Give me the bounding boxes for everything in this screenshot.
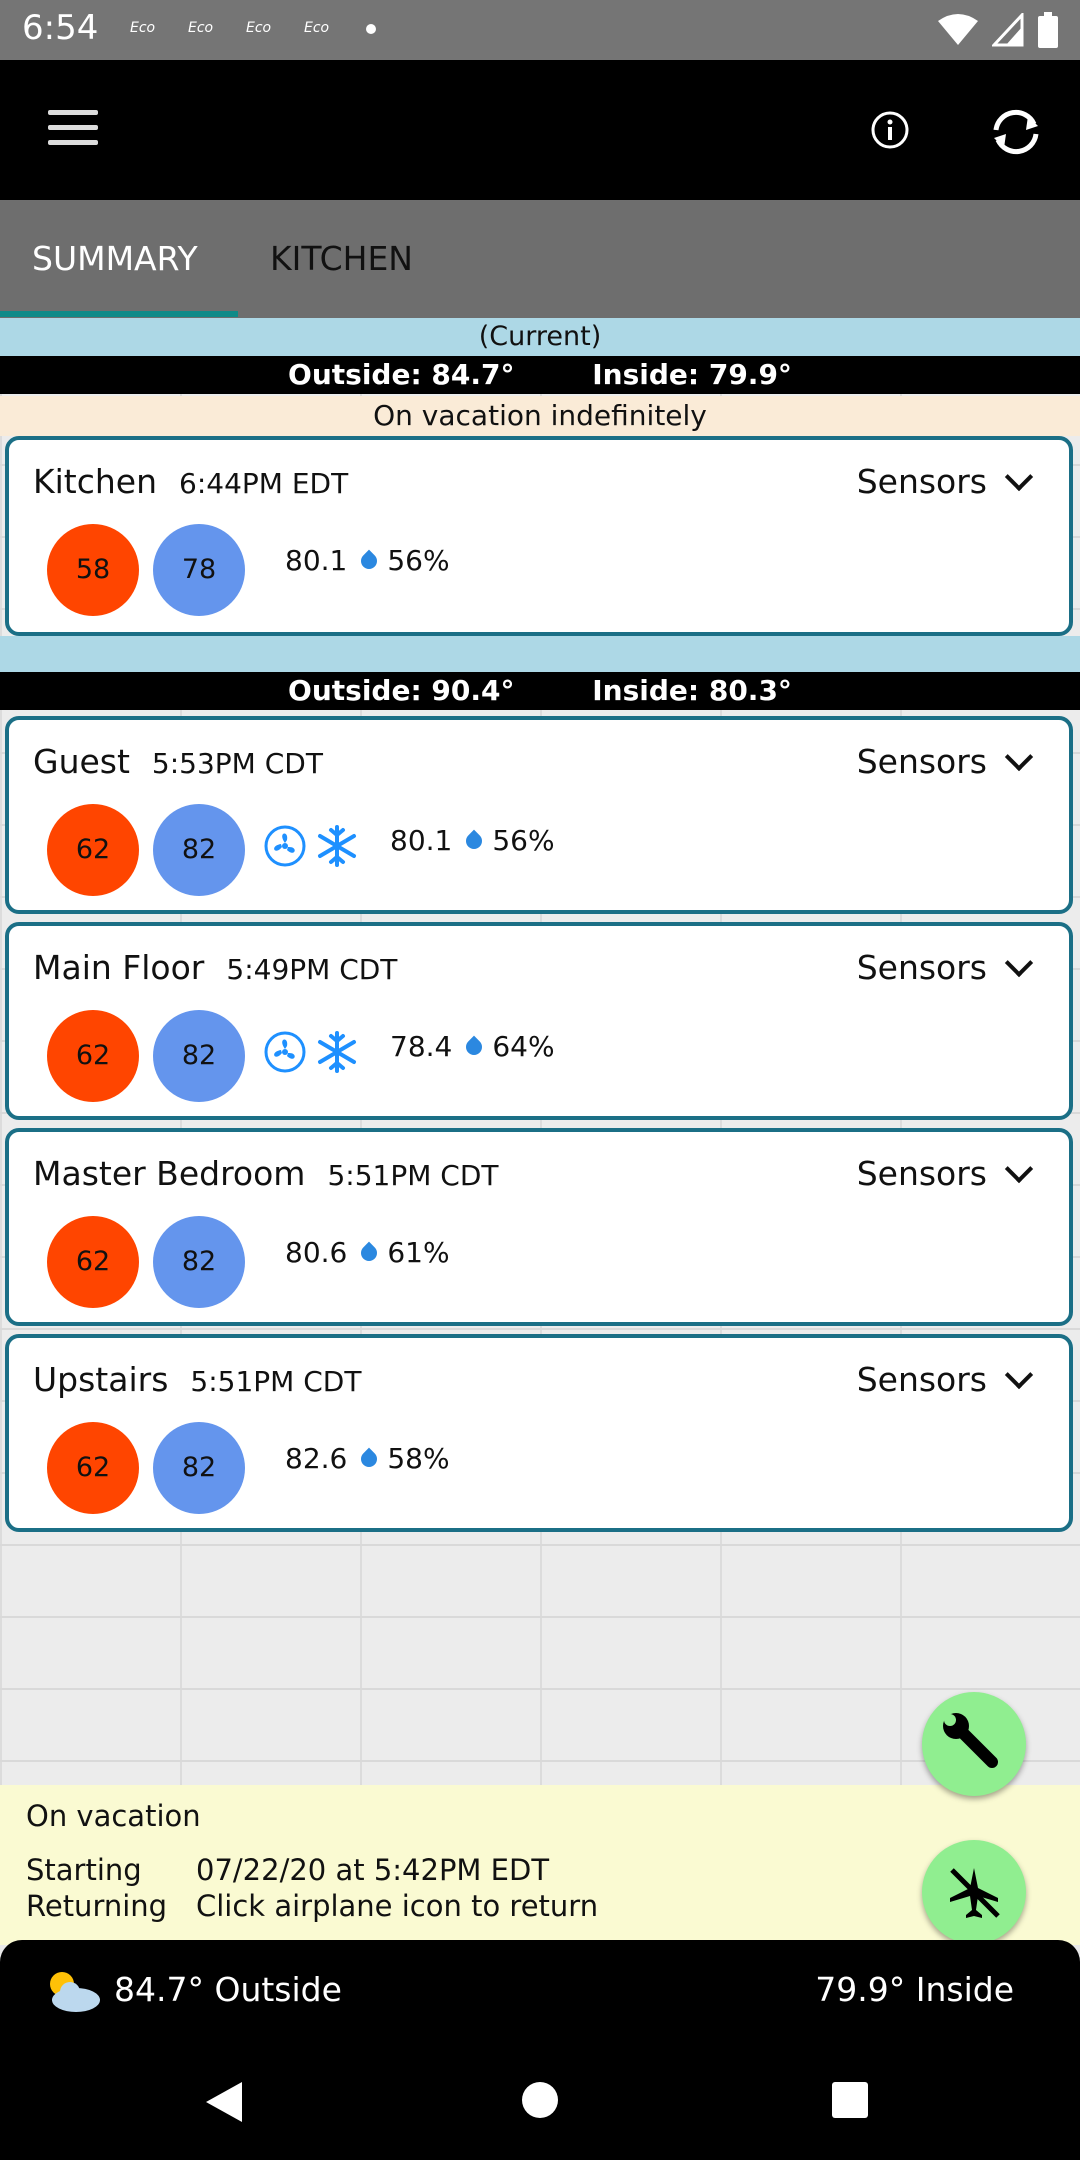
- airplane-off-icon: [950, 1868, 1000, 1918]
- group2-outside: Outside: 90.4°: [288, 674, 515, 707]
- current-temp: 82.6: [285, 1442, 348, 1475]
- humidity: 61%: [387, 1236, 450, 1269]
- eco-notification-icon: Eco: [130, 20, 156, 36]
- sensors-dropdown[interactable]: Sensors: [857, 462, 1034, 501]
- fan-icon: [264, 1031, 306, 1073]
- thermostat-card-master-bedroom[interactable]: Master Bedroom 5:51PM CDT Sensors 62 82 8…: [5, 1128, 1073, 1326]
- current-label: (Current): [0, 318, 1080, 356]
- sensors-dropdown[interactable]: Sensors: [857, 1360, 1034, 1399]
- status-bar: 6:54 Eco Eco Eco Eco: [0, 0, 1080, 60]
- sensors-dropdown[interactable]: Sensors: [857, 742, 1034, 781]
- humidity-drop-icon: [463, 829, 486, 852]
- thermostat-card-upstairs[interactable]: Upstairs 5:51PM CDT Sensors 62 82 82.6 58%: [5, 1334, 1073, 1532]
- thermostat-time: 6:44PM EDT: [179, 467, 349, 500]
- heat-setpoint[interactable]: 62: [47, 1010, 139, 1102]
- recents-icon[interactable]: [830, 2080, 870, 2120]
- thermostat-name: Guest: [33, 742, 130, 781]
- returning-value: Click airplane icon to return: [196, 1889, 599, 1923]
- cool-setpoint[interactable]: 82: [153, 1010, 245, 1102]
- thermostat-card-main-floor[interactable]: Main Floor 5:49PM CDT Sensors 62 82 78.4 6…: [5, 922, 1073, 1120]
- chevron-down-icon: [1004, 948, 1034, 978]
- wifi-icon: [938, 14, 978, 45]
- current-temp: 80.1: [285, 544, 348, 577]
- thermostat-time: 5:53PM CDT: [151, 747, 323, 780]
- group1-outside: Outside: 84.7°: [288, 358, 515, 391]
- thermostat-name: Upstairs: [33, 1360, 169, 1399]
- tab-kitchen[interactable]: KITCHEN: [270, 200, 413, 318]
- humidity: 56%: [492, 824, 555, 857]
- refresh-icon[interactable]: [988, 104, 1044, 160]
- humidity: 64%: [492, 1030, 555, 1063]
- chevron-down-icon: [1004, 742, 1034, 772]
- thermostat-time: 5:51PM CDT: [190, 1365, 362, 1398]
- group2-inside: Inside: 80.3°: [592, 674, 792, 707]
- signal-icon: [992, 13, 1024, 47]
- starting-value: 07/22/20 at 5:42PM EDT: [196, 1853, 550, 1887]
- outside-temp: 84.7° Outside: [114, 1970, 342, 2009]
- status-time: 6:54: [22, 8, 99, 48]
- eco-notification-icon: Eco: [304, 20, 330, 36]
- notification-dot-icon: [366, 24, 376, 34]
- eco-notification-icon: Eco: [246, 20, 272, 36]
- vacation-title: On vacation: [26, 1799, 201, 1833]
- heat-setpoint[interactable]: 62: [47, 1422, 139, 1514]
- thermostat-name: Kitchen: [33, 462, 158, 501]
- group2-conditions: Outside: 90.4° Inside: 80.3°: [0, 672, 1080, 710]
- sensors-dropdown[interactable]: Sensors: [857, 948, 1034, 987]
- inside-temp: 79.9° Inside: [815, 1970, 1014, 2009]
- heat-setpoint[interactable]: 58: [47, 524, 139, 616]
- humidity: 56%: [387, 544, 450, 577]
- cool-setpoint[interactable]: 82: [153, 804, 245, 896]
- group1-conditions: Outside: 84.7° Inside: 79.9°: [0, 356, 1080, 394]
- chevron-down-icon: [1004, 1360, 1034, 1390]
- humidity-drop-icon: [358, 1447, 381, 1470]
- return-from-vacation-fab[interactable]: [922, 1840, 1026, 1944]
- thermostat-name: Main Floor: [33, 948, 205, 987]
- current-temp: 78.4: [390, 1030, 453, 1063]
- thermostat-name: Master Bedroom: [33, 1154, 306, 1193]
- battery-icon: [1038, 12, 1058, 48]
- hamburger-icon[interactable]: [48, 110, 98, 148]
- heat-setpoint[interactable]: 62: [47, 1216, 139, 1308]
- system-nav-bar: [0, 2040, 1080, 2160]
- chevron-down-icon: [1004, 462, 1034, 492]
- eco-notification-icon: Eco: [188, 20, 214, 36]
- heat-setpoint[interactable]: 62: [47, 804, 139, 896]
- returning-label: Returning: [26, 1889, 168, 1923]
- snowflake-icon: [318, 825, 356, 867]
- humidity-drop-icon: [463, 1035, 486, 1058]
- tab-bar: SUMMARY KITCHEN: [0, 200, 1080, 318]
- current-temp: 80.1: [390, 824, 453, 857]
- humidity: 58%: [387, 1442, 450, 1475]
- wrench-icon: [943, 1713, 998, 1768]
- vacation-banner: On vacation indefinitely: [0, 396, 1080, 436]
- starting-label: Starting: [26, 1853, 142, 1887]
- active-tab-indicator: [0, 311, 238, 317]
- partly-cloudy-icon: [50, 1972, 100, 2012]
- bottom-conditions-bar: 84.7° Outside 79.9° Inside: [0, 1940, 1080, 2040]
- group1-inside: Inside: 79.9°: [592, 358, 792, 391]
- tab-summary[interactable]: SUMMARY: [32, 200, 198, 318]
- vacation-panel: On vacation Starting 07/22/20 at 5:42PM E…: [0, 1785, 1080, 1945]
- current-temp: 80.6: [285, 1236, 348, 1269]
- info-icon[interactable]: [870, 110, 910, 150]
- settings-fab[interactable]: [922, 1692, 1026, 1796]
- thermostat-card-kitchen[interactable]: Kitchen 6:44PM EDT Sensors 58 78 80.1 56%: [5, 436, 1073, 636]
- thermostat-time: 5:51PM CDT: [327, 1159, 499, 1192]
- thermostat-card-guest[interactable]: Guest 5:53PM CDT Sensors 62 82 80.1 56%: [5, 716, 1073, 914]
- cool-setpoint[interactable]: 82: [153, 1216, 245, 1308]
- app-toolbar: [0, 60, 1080, 200]
- back-icon[interactable]: [204, 2080, 244, 2124]
- humidity-drop-icon: [358, 1241, 381, 1264]
- humidity-drop-icon: [358, 549, 381, 572]
- fan-icon: [264, 825, 306, 867]
- cool-setpoint[interactable]: 82: [153, 1422, 245, 1514]
- snowflake-icon: [318, 1031, 356, 1073]
- cool-setpoint[interactable]: 78: [153, 524, 245, 616]
- chevron-down-icon: [1004, 1154, 1034, 1184]
- group-divider: [0, 636, 1080, 672]
- sensors-dropdown[interactable]: Sensors: [857, 1154, 1034, 1193]
- thermostat-time: 5:49PM CDT: [226, 953, 398, 986]
- home-icon[interactable]: [520, 2080, 560, 2120]
